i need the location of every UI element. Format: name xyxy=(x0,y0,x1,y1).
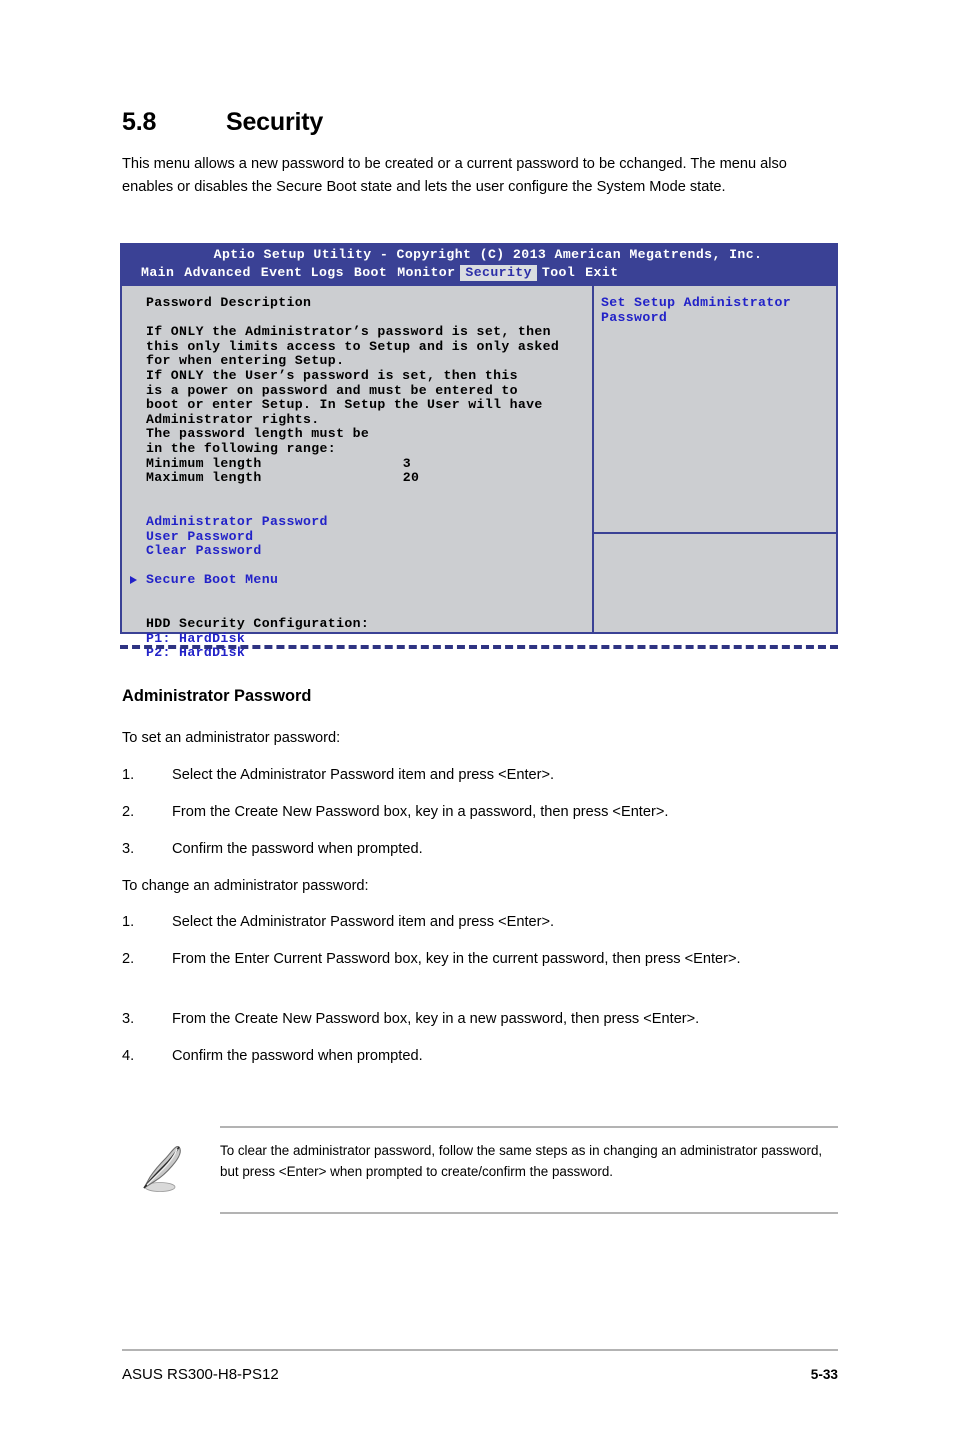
footer-divider xyxy=(122,1349,838,1351)
step-text: From the Enter Current Password box, key… xyxy=(172,951,741,967)
page-title: 5.8 Security xyxy=(122,108,842,137)
submenu-arrow-icon xyxy=(130,576,137,585)
section-number: 5.8 xyxy=(122,108,157,136)
step-number: 2. xyxy=(122,804,135,820)
list-item: 3. Confirm the password when prompted. xyxy=(122,838,836,861)
note-text: To clear the administrator password, fol… xyxy=(220,1143,823,1179)
footer-product-name: ASUS RS300-H8-PS12 xyxy=(122,1366,279,1383)
step-text: Select the Administrator Password item a… xyxy=(172,767,555,783)
step-number: 3. xyxy=(122,1011,135,1027)
bios-body: Password Description If ONLY the Adminis… xyxy=(120,286,838,660)
note-body: To clear the administrator password, fol… xyxy=(122,1128,838,1212)
list-item: 1. Select the Administrator Password ite… xyxy=(122,911,836,934)
minimum-length-row: Minimum length 3 xyxy=(146,455,592,472)
list-item: 1. Select the Administrator Password ite… xyxy=(122,764,836,787)
set-password-intro: To set an administrator password: xyxy=(122,730,341,746)
pencil-note-icon xyxy=(122,1140,220,1199)
page-footer: ASUS RS300-H8-PS12 5-33 xyxy=(122,1366,838,1383)
admin-password-heading: Administrator Password xyxy=(122,687,312,705)
description-line-8: The password length must be xyxy=(146,426,370,442)
description-line-2: this only limits access to Setup and is … xyxy=(146,338,560,354)
document-page: 5.8 Security This menu allows a new pass… xyxy=(0,0,954,1438)
tab-event-logs[interactable]: Event Logs xyxy=(256,265,349,281)
password-description-heading: Password Description xyxy=(146,295,312,310)
step-number: 1. xyxy=(122,767,135,783)
minimum-length-label: Minimum length xyxy=(146,455,262,471)
bios-right-panel: Set Setup Administrator Password xyxy=(594,286,836,632)
step-text: From the Create New Password box, key in… xyxy=(172,804,669,820)
section-title: Security xyxy=(226,108,324,136)
help-line-2: Password xyxy=(601,309,668,325)
section-intro-paragraph: This menu allows a new password to be cr… xyxy=(122,156,787,195)
step-number: 3. xyxy=(122,841,135,857)
maximum-length-value: 20 xyxy=(402,470,420,486)
secure-boot-menu-label: Secure Boot Menu xyxy=(146,572,279,588)
step-number: 4. xyxy=(122,1048,135,1064)
step-number: 2. xyxy=(122,951,135,967)
list-item: 2. From the Create New Password box, key… xyxy=(122,801,836,824)
list-item: 4. Confirm the password when prompted. xyxy=(122,1045,836,1068)
note-callout: To clear the administrator password, fol… xyxy=(122,1126,838,1214)
tab-main[interactable]: Main xyxy=(136,265,179,281)
step-text: From the Create New Password box, key in… xyxy=(172,1011,700,1027)
list-item: 2. From the Enter Current Password box, … xyxy=(122,948,812,971)
screenshot-bottom-dashed-divider xyxy=(120,645,838,649)
maximum-length-label: Maximum length xyxy=(146,470,262,486)
tab-advanced[interactable]: Advanced xyxy=(179,265,256,281)
bios-utility-title: Aptio Setup Utility - Copyright (C) 2013… xyxy=(213,247,763,262)
bios-key-legend-area xyxy=(594,534,836,632)
tab-boot[interactable]: Boot xyxy=(349,265,392,281)
bios-left-panel: Password Description If ONLY the Adminis… xyxy=(122,286,594,660)
bios-menu-tabs: Main Advanced Event Logs Boot Monitor Se… xyxy=(120,265,838,281)
tab-exit[interactable]: Exit xyxy=(580,265,623,281)
tab-tool[interactable]: Tool xyxy=(537,265,580,281)
item-user-password[interactable]: User Password xyxy=(146,529,592,545)
list-item: 3. From the Create New Password box, key… xyxy=(122,1008,836,1031)
description-line-9: in the following range: xyxy=(146,440,337,456)
change-password-intro: To change an administrator password: xyxy=(122,878,369,894)
description-line-3: for when entering Setup. xyxy=(146,353,345,369)
description-line-1: If ONLY the Administrator’s password is … xyxy=(146,324,551,340)
item-secure-boot-menu[interactable]: Secure Boot Menu xyxy=(130,572,592,588)
note-bottom-rule xyxy=(220,1212,838,1214)
step-text: Confirm the password when prompted. xyxy=(172,841,423,857)
bios-help-text: Set Setup Administrator Password xyxy=(594,286,836,534)
description-line-6: boot or enter Setup. In Setup the User w… xyxy=(146,397,543,413)
description-line-7: Administrator rights. xyxy=(146,411,320,427)
description-line-4: If ONLY the User’s password is set, then… xyxy=(146,367,518,383)
hdd-security-heading: HDD Security Configuration: xyxy=(146,616,370,632)
footer-page-number: 5-33 xyxy=(810,1367,838,1382)
bios-setup-screenshot: Aptio Setup Utility - Copyright (C) 2013… xyxy=(120,243,838,660)
help-line-1: Set Setup Administrator xyxy=(601,295,792,310)
tab-monitor[interactable]: Monitor xyxy=(392,265,460,281)
step-number: 1. xyxy=(122,914,135,930)
step-text: Confirm the password when prompted. xyxy=(172,1048,423,1064)
item-clear-password[interactable]: Clear Password xyxy=(146,543,592,559)
bios-header-bar: Aptio Setup Utility - Copyright (C) 2013… xyxy=(120,243,838,286)
minimum-length-value: 3 xyxy=(402,455,411,471)
item-administrator-password[interactable]: Administrator Password xyxy=(146,514,592,530)
step-text: Select the Administrator Password item a… xyxy=(172,914,555,930)
maximum-length-row: Maximum length 20 xyxy=(146,470,592,486)
tab-security[interactable]: Security xyxy=(460,265,537,281)
description-line-5: is a power on password and must be enter… xyxy=(146,382,518,398)
